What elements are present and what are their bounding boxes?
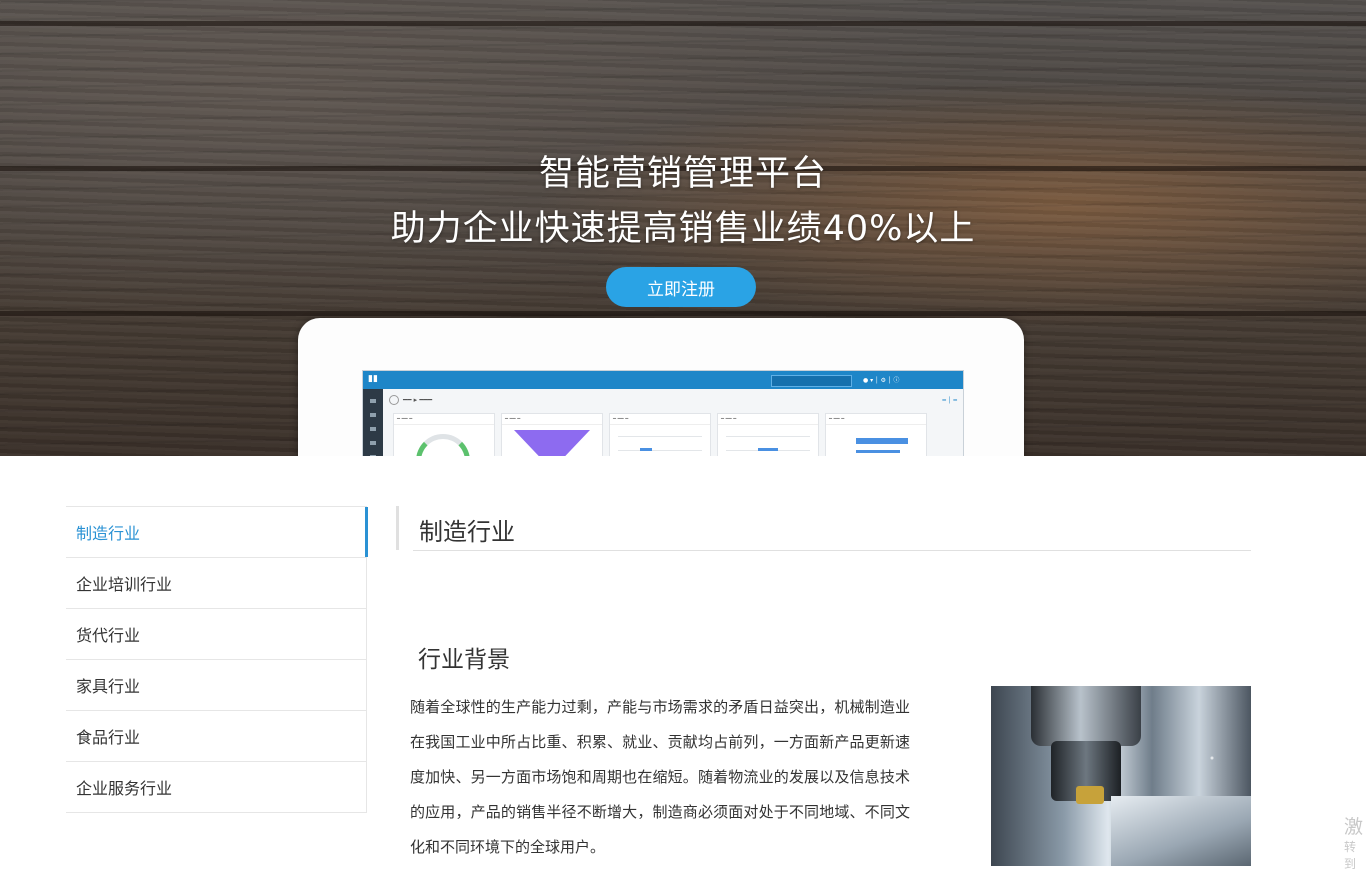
screenshot-panel-funnel: ━ ━━ ━ (501, 413, 603, 456)
screenshot-panel-bars: ━ ━━ ━ (609, 413, 711, 456)
screenshot-logo: ▮▮ (368, 374, 378, 384)
sidebar-item-training[interactable]: 企业培训行业 (66, 558, 366, 609)
page-title: 制造行业 (419, 518, 515, 546)
screenshot-actions: ━ │ ━ (942, 397, 957, 404)
dashboard-screenshot: ▮▮ ● ▾ │ ⚙ │ ⓘ ━━ ▸ ━━━ ━ │ ━ ━ ━━ ━ ━ ━… (362, 370, 964, 456)
industry-sidebar: 制造行业 企业培训行业 货代行业 家具行业 食品行业 企业服务行业 (66, 506, 368, 813)
register-button[interactable]: 立即注册 (606, 267, 756, 307)
tablet-mockup: ▮▮ ● ▾ │ ⚙ │ ⓘ ━━ ▸ ━━━ ━ │ ━ ━ ━━ ━ ━ ━… (298, 318, 1024, 456)
watermark-subtext: 转到 (1344, 840, 1357, 871)
sidebar-item-manufacturing[interactable]: 制造行业 (66, 507, 368, 558)
sidebar-item-services[interactable]: 企业服务行业 (66, 762, 366, 813)
screenshot-panel-hbars: ━ ━━ ━ (825, 413, 927, 456)
gauge-chart-icon (416, 434, 470, 456)
hero-subtitle: 助力企业快速提高销售业绩40%以上 (390, 209, 976, 249)
funnel-chart-icon (514, 430, 590, 456)
screenshot-sidebar (363, 389, 383, 456)
screenshot-breadcrumb: ━━ ▸ ━━━ (389, 395, 432, 405)
section-title: 行业背景 (418, 647, 510, 673)
page-title-block: 制造行业 (396, 506, 1251, 551)
sidebar-item-freight[interactable]: 货代行业 (66, 609, 366, 660)
section-body-text: 随着全球性的生产能力过剩，产能与市场需求的矛盾日益突出，机械制造业在我国工业中所… (410, 698, 910, 856)
sidebar-item-furniture[interactable]: 家具行业 (66, 660, 366, 711)
screenshot-topbar: ▮▮ ● ▾ │ ⚙ │ ⓘ (363, 371, 963, 389)
title-divider (413, 550, 1251, 551)
screenshot-user-icon: ● ▾ │ ⚙ │ ⓘ (863, 377, 900, 384)
sidebar-item-food[interactable]: 食品行业 (66, 711, 366, 762)
title-accent-bar (396, 506, 399, 550)
machining-photo (991, 686, 1251, 866)
hero-banner: 智能营销管理平台 助力企业快速提高销售业绩40%以上 立即注册 ▮▮ ● ▾ │… (0, 0, 1366, 456)
screenshot-panel-bars2: ━ ━━ ━ (717, 413, 819, 456)
screenshot-panel-gauge: ━ ━━ ━ (393, 413, 495, 456)
hero-title: 智能营销管理平台 (538, 154, 827, 194)
screenshot-search (771, 375, 852, 387)
watermark-text: 激 (1344, 816, 1364, 838)
